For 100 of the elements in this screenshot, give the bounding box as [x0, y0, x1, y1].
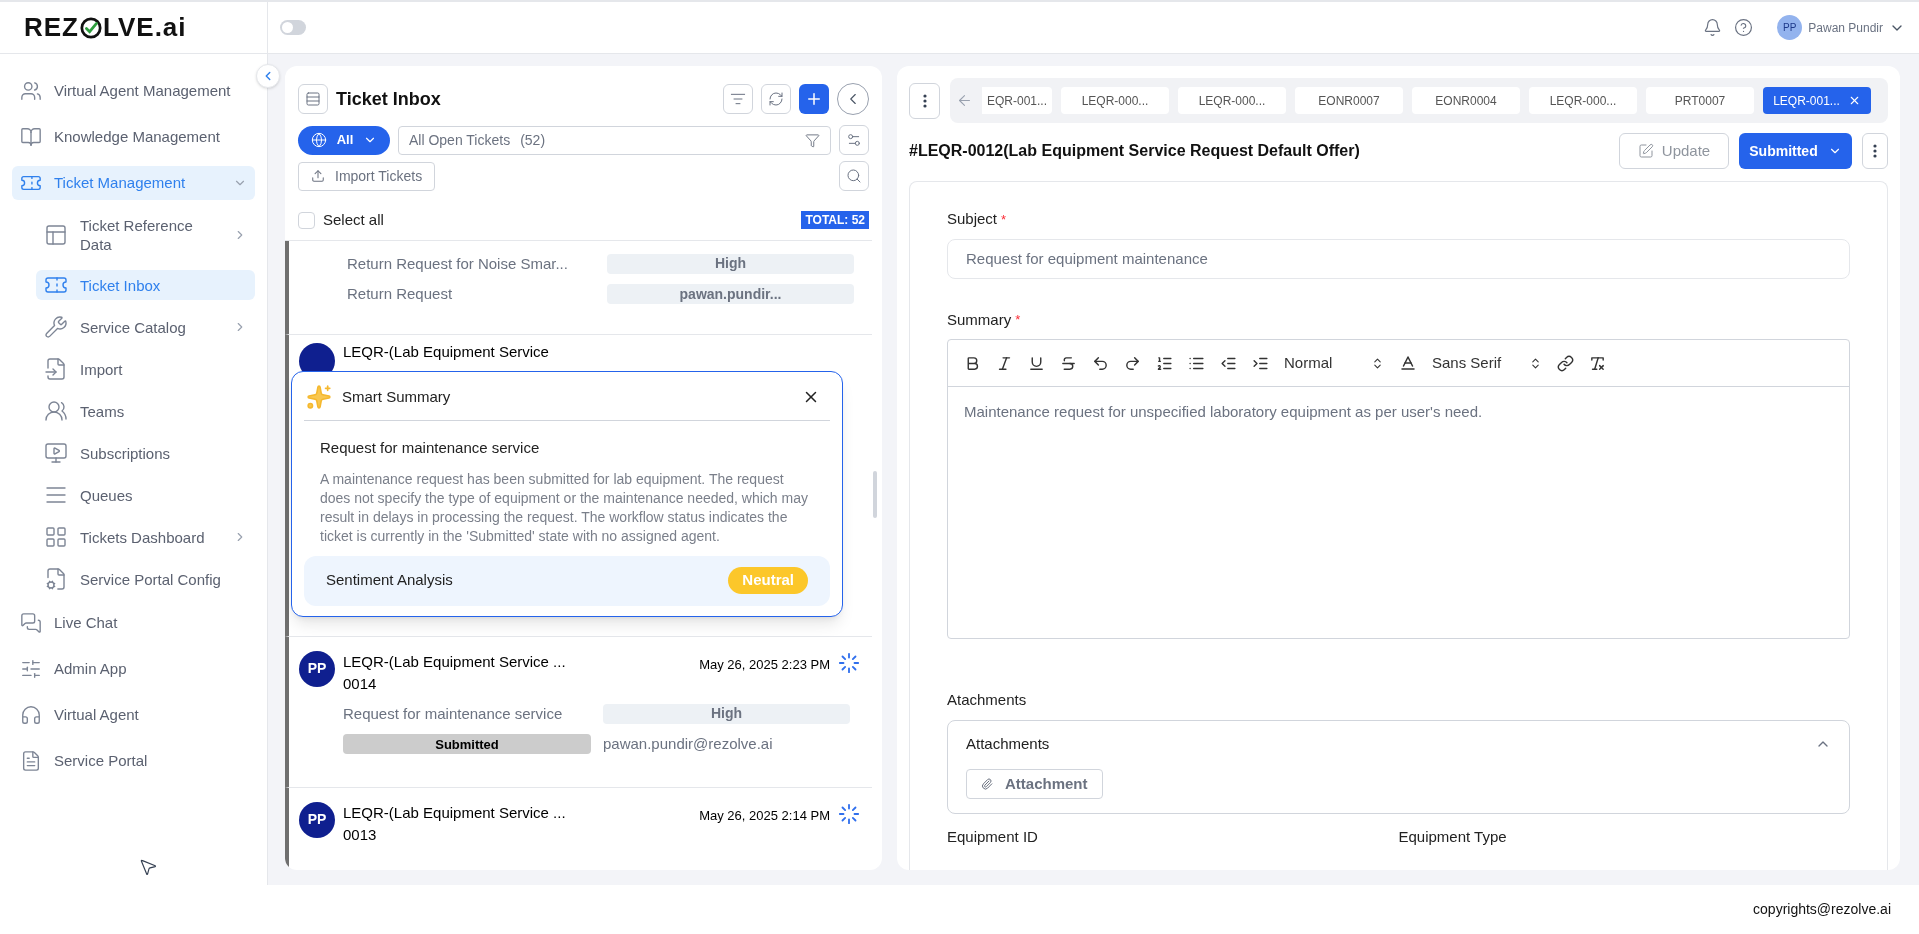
sidebar-item[interactable]: Knowledge Management — [12, 120, 255, 154]
summary-text: A maintenance request has been submitted for lab equipment. The request does not specify the type of equipment or the maintenance needed, which may result in delays in processing the request. The workflow status indicates the ticket is currently in the 'Submitted' state with no assigned agent. — [320, 469, 809, 546]
sidebar-subitem[interactable]: Ticket Inbox — [36, 270, 255, 300]
logo: REZ LVE.ai — [24, 11, 187, 44]
sidebar-item[interactable]: Live Chat — [12, 606, 255, 640]
play-screen-icon — [44, 441, 68, 465]
underline-icon[interactable] — [1028, 354, 1045, 372]
view-dropdown[interactable]: All Open Tickets (52) — [398, 125, 831, 155]
priority-tag: High — [607, 253, 854, 274]
heading-select[interactable]: Normal — [1284, 351, 1384, 375]
select-all-checkbox[interactable] — [298, 211, 315, 229]
people-icon — [20, 80, 42, 102]
sidebar-subitem[interactable]: Queues — [36, 480, 255, 510]
ticket-tab[interactable]: LEQR-000... — [1178, 87, 1286, 114]
attachment-button[interactable]: Attachment — [966, 769, 1103, 799]
more-icon — [922, 93, 927, 108]
paperclip-icon — [981, 778, 993, 790]
panel-title: Attachments — [966, 733, 1050, 754]
sidebar-subitem[interactable]: Ticket Reference Data — [36, 212, 255, 258]
field-label: Equipment Type — [1398, 827, 1508, 847]
undo-icon[interactable] — [1092, 354, 1109, 372]
edit-icon — [1637, 143, 1654, 159]
headset-icon — [20, 704, 42, 726]
user-avatar: PP — [299, 801, 335, 838]
sidebar-item[interactable]: Virtual Agent — [12, 698, 255, 732]
user-avatar: PP — [299, 650, 335, 687]
summary-editor-text: Maintenance request for unspecified laboratory equipment as per user's need. — [963, 402, 1484, 422]
up-down-icon — [1371, 356, 1384, 370]
search-button[interactable] — [839, 161, 869, 191]
refresh-button[interactable] — [761, 84, 791, 114]
update-button: Update — [1619, 133, 1729, 169]
user-menu[interactable]: PP Pawan Pundir — [1777, 15, 1905, 40]
ticket-tab[interactable]: EONR0004 — [1412, 87, 1520, 114]
ticket-item[interactable]: PP LEQR-(Lab Equipment Service ... 0014 May 26, 2025 2:23 PM Request for maintenance service High Submitted pawan.pundir@rezolve.ai — [285, 636, 872, 788]
section-label: Atachments — [947, 690, 1028, 710]
sidebar-subitem[interactable]: Import — [36, 354, 255, 384]
ticket-heading: #LEQR-0012(Lab Equipment Service Request Default Offer) — [909, 141, 1360, 161]
scope-dropdown[interactable]: All — [298, 125, 390, 155]
status-dropdown[interactable]: Submitted — [1739, 133, 1852, 169]
sidebar-item[interactable]: Virtual Agent Management — [12, 74, 255, 108]
font-select[interactable]: Sans Serif — [1432, 351, 1542, 375]
sidebar-subitem[interactable]: Tickets Dashboard — [36, 522, 255, 552]
import-button[interactable]: Import Tickets — [298, 161, 436, 191]
ticket-title: LEQR-(Lab Equipment Service ... — [343, 802, 567, 823]
clear-format-icon[interactable] — [1589, 354, 1606, 372]
ticket-date: May 26, 2025 2:14 PM — [699, 806, 830, 825]
search-icon — [846, 168, 862, 184]
upload-icon — [311, 169, 325, 183]
book-icon — [20, 126, 42, 148]
total-badge: TOTAL: 52 — [801, 211, 869, 230]
toggle-switch[interactable] — [280, 20, 306, 35]
sidebar-subitem[interactable]: Teams — [36, 396, 255, 426]
sidebar-item[interactable]: Service Portal — [12, 744, 255, 778]
sidebar-subitem[interactable]: Service Portal Config — [36, 564, 255, 594]
sidebar-subitem[interactable]: Service Catalog — [36, 312, 255, 342]
up-down-icon — [1529, 356, 1542, 370]
assignee-tag: pawan.pundir... — [607, 284, 854, 305]
sidebar-item[interactable]: Ticket Management — [12, 166, 255, 200]
rich-text-editor[interactable]: Normal Sans Serif Maintenance request for unspecified laboratory equipment as per user's need. — [947, 339, 1850, 639]
lines-icon — [305, 91, 321, 107]
ticket-tab[interactable]: PRT0007 — [1646, 87, 1754, 114]
document-icon — [20, 750, 42, 772]
loading-spinner-icon — [838, 651, 860, 674]
link-icon[interactable] — [1557, 354, 1574, 372]
ticket-tab[interactable]: EONR0007 — [1295, 87, 1403, 114]
ticket-item[interactable]: Return Request for Noise Smar... High Return Request pawan.pundir... — [285, 240, 872, 335]
sentiment-label: Sentiment Analysis — [326, 570, 453, 591]
sidebar-subitem[interactable]: Subscriptions — [36, 438, 255, 468]
loading-spinner-icon — [838, 802, 860, 825]
assignee-email: pawan.pundir@rezolve.ai — [603, 734, 773, 754]
globe-icon — [310, 132, 327, 148]
sidebar-item[interactable]: Admin App — [12, 652, 255, 686]
ticket-item[interactable]: PP LEQR-(Lab Equipment Service ... 0013 May 26, 2025 2:14 PM — [285, 787, 872, 870]
redo-icon[interactable] — [1124, 354, 1141, 372]
ticket-tab[interactable]: LEQR-000... — [1061, 87, 1169, 114]
select-all-label: Select all — [323, 210, 384, 230]
plus-icon — [805, 90, 823, 108]
mouse-pointer-icon — [138, 857, 158, 877]
ticket-tab[interactable]: LEQR-001... — [1763, 87, 1871, 114]
settings-icon — [846, 132, 862, 148]
chat-bubbles-icon — [20, 612, 42, 634]
help-icon[interactable] — [1734, 18, 1754, 37]
bell-icon[interactable] — [1703, 18, 1723, 37]
sentiment-tag: Neutral — [728, 567, 808, 594]
more-icon — [1873, 144, 1877, 158]
popover-title: Smart Summary — [342, 386, 451, 407]
add-button[interactable] — [799, 84, 829, 114]
ticket-tab[interactable]: EQR-001... — [982, 87, 1052, 114]
numbered-list-icon[interactable] — [1156, 354, 1173, 372]
italic-icon[interactable] — [996, 354, 1013, 372]
table-icon — [44, 223, 68, 247]
text-color-icon[interactable] — [1399, 354, 1417, 372]
filter-settings-button[interactable] — [839, 125, 869, 155]
ticket-tab[interactable]: LEQR-000... — [1529, 87, 1637, 114]
strikethrough-icon[interactable] — [1060, 354, 1077, 372]
status-tag: Submitted — [343, 734, 591, 755]
user-name: Pawan Pundir — [1808, 19, 1883, 37]
required-mark: * — [1015, 311, 1021, 329]
subject-field[interactable]: Request for equipment maintenance — [947, 238, 1850, 279]
scrollbar[interactable] — [873, 471, 877, 518]
